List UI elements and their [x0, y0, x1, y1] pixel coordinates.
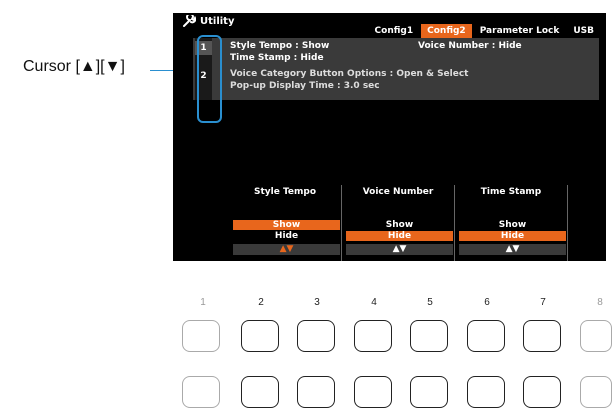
- time-stamp-show-option[interactable]: Show: [459, 220, 566, 230]
- upper-button-5[interactable]: [410, 320, 448, 352]
- lower-button-3[interactable]: [297, 376, 335, 408]
- style-tempo-hide-option[interactable]: Hide: [233, 231, 340, 241]
- screen-title-text: Utility: [200, 15, 235, 27]
- arrow-up-icon: ▲: [279, 244, 287, 254]
- param-header-style-tempo: Style Tempo: [253, 187, 317, 197]
- tab-usb[interactable]: USB: [567, 24, 600, 38]
- lower-button-6[interactable]: [467, 376, 505, 408]
- upper-button-7[interactable]: [523, 320, 561, 352]
- item-1-line-1[interactable]: Style Tempo : Show: [230, 41, 329, 51]
- upper-button-6[interactable]: [467, 320, 505, 352]
- cursor-highlight-frame: [197, 35, 222, 123]
- button-number-8: 8: [597, 297, 603, 308]
- upper-button-3[interactable]: [297, 320, 335, 352]
- button-number-6: 6: [484, 297, 490, 308]
- button-number-1: 1: [200, 297, 206, 308]
- column-divider: [567, 185, 568, 261]
- item-1-voice-number[interactable]: Voice Number : Hide: [418, 41, 522, 51]
- upper-button-1[interactable]: [182, 320, 220, 352]
- button-number-2: 2: [258, 297, 264, 308]
- lower-button-5[interactable]: [410, 376, 448, 408]
- param-header-time-stamp: Time Stamp: [480, 187, 542, 197]
- item-2-line-2[interactable]: Pop-up Display Time : 3.0 sec: [230, 81, 380, 91]
- tab-bar: Config1 Config2 Parameter Lock USB: [369, 24, 600, 38]
- wrench-icon: [183, 15, 196, 27]
- voice-number-show-option[interactable]: Show: [346, 220, 453, 230]
- lcd-screen: Utility Config1 Config2 Parameter Lock U…: [173, 13, 606, 261]
- button-number-4: 4: [371, 297, 377, 308]
- time-stamp-hide-option[interactable]: Hide: [459, 231, 566, 241]
- tab-config2[interactable]: Config2: [421, 24, 472, 38]
- upper-button-2[interactable]: [241, 320, 279, 352]
- voice-number-hide-option[interactable]: Hide: [346, 231, 453, 241]
- button-number-3: 3: [314, 297, 320, 308]
- button-number-5: 5: [427, 297, 433, 308]
- cursor-callout-label: Cursor [▲][▼]: [23, 58, 125, 75]
- upper-button-4[interactable]: [354, 320, 392, 352]
- time-stamp-arrows[interactable]: ▲▼: [459, 244, 566, 255]
- lower-button-8[interactable]: [580, 376, 612, 408]
- column-divider: [341, 185, 342, 261]
- style-tempo-arrows[interactable]: ▲▼: [233, 244, 340, 255]
- param-header-voice-number: Voice Number: [362, 187, 434, 197]
- arrow-down-icon: ▼: [286, 244, 294, 254]
- screen-title: Utility: [182, 15, 234, 27]
- item-2-line-1[interactable]: Voice Category Button Options : Open & S…: [230, 69, 468, 79]
- lower-button-4[interactable]: [354, 376, 392, 408]
- column-divider: [454, 185, 455, 261]
- tab-parameter-lock[interactable]: Parameter Lock: [474, 24, 566, 38]
- upper-button-8[interactable]: [580, 320, 612, 352]
- tab-config1[interactable]: Config1: [369, 24, 420, 38]
- item-1-line-2[interactable]: Time Stamp : Hide: [230, 53, 324, 63]
- voice-number-arrows[interactable]: ▲▼: [346, 244, 453, 255]
- lower-button-2[interactable]: [241, 376, 279, 408]
- lower-button-7[interactable]: [523, 376, 561, 408]
- style-tempo-show-option[interactable]: Show: [233, 220, 340, 230]
- button-number-7: 7: [540, 297, 546, 308]
- lower-button-1[interactable]: [182, 376, 220, 408]
